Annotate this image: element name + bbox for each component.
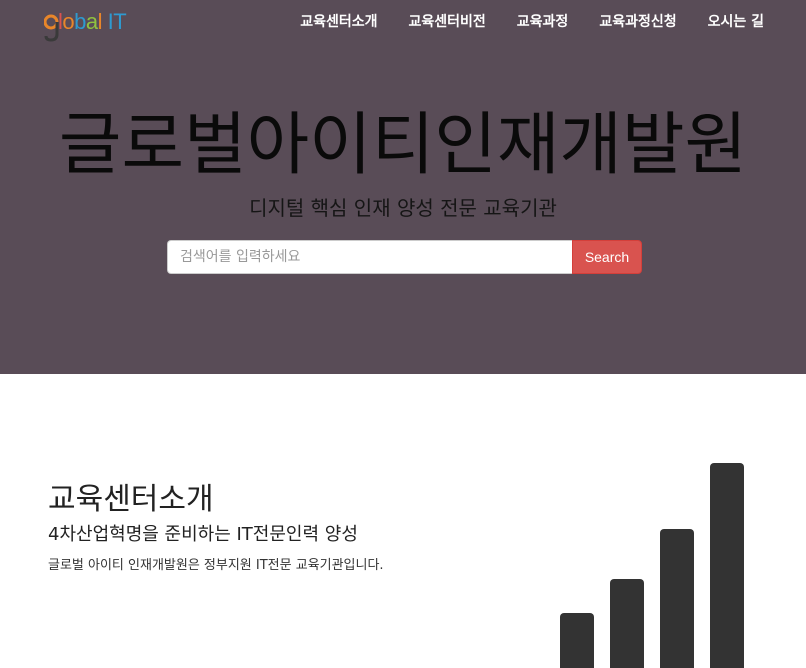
logo[interactable]: lobal IT: [44, 8, 127, 42]
intro-section: 교육센터소개 4차산업혁명을 준비하는 IT전문인력 양성 글로벌 아이티 인재…: [0, 374, 806, 668]
logo-g-icon: [44, 10, 59, 42]
logo-letter-a: a: [85, 9, 98, 34]
nav-link-courses[interactable]: 교육과정: [517, 11, 569, 31]
search-button[interactable]: Search: [572, 240, 642, 274]
logo-letter-b: b: [74, 9, 86, 34]
search-input[interactable]: [167, 240, 572, 274]
nav-link-intro[interactable]: 교육센터소개: [300, 11, 377, 31]
nav-link-vision[interactable]: 교육센터비전: [409, 11, 486, 31]
hero-subtitle: 디지털 핵심 인재 양성 전문 교육기관: [249, 196, 557, 220]
intro-subtitle: 4차산업혁명을 준비하는 IT전문인력 양성: [48, 524, 358, 545]
intro-title: 교육센터소개: [48, 482, 214, 517]
logo-letter-o: o: [62, 9, 75, 34]
logo-it: IT: [102, 9, 127, 34]
logo-wordmark: lobal IT: [58, 9, 127, 35]
nav-link-directions[interactable]: 오시는 길: [708, 11, 764, 31]
search-form: Search: [167, 240, 642, 274]
navbar: lobal IT 교육센터소개 교육센터비전 교육과정 교육과정신청 오시는 길: [0, 0, 806, 42]
bar-chart-icon: [560, 463, 744, 668]
intro-text: 글로벌 아이티 인재개발원은 정부지원 IT전문 교육기관입니다.: [48, 558, 384, 573]
nav-links: 교육센터소개 교육센터비전 교육과정 교육과정신청 오시는 길: [300, 0, 764, 42]
hero-section: lobal IT 교육센터소개 교육센터비전 교육과정 교육과정신청 오시는 길…: [0, 0, 806, 374]
nav-link-apply[interactable]: 교육과정신청: [599, 11, 676, 31]
hero-title: 글로벌아이티인재개발원: [58, 106, 748, 185]
